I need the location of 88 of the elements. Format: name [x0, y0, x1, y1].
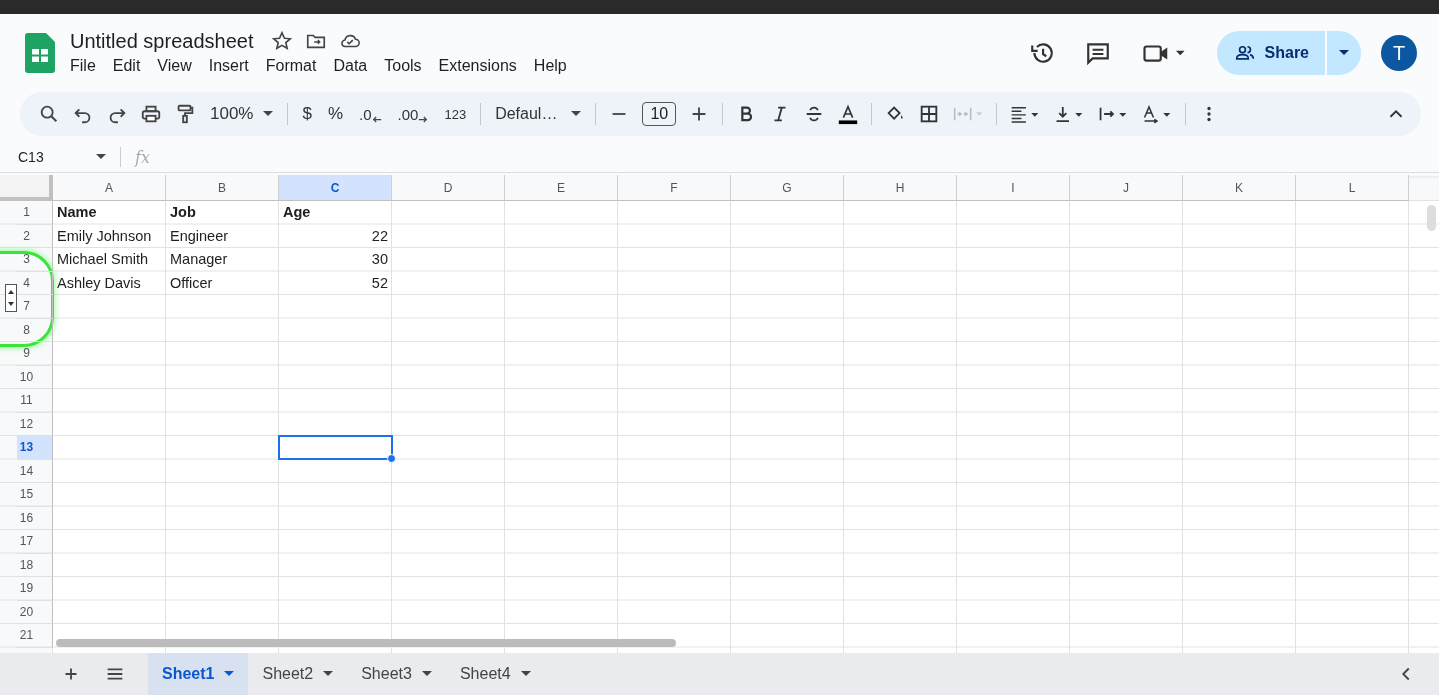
table-cell: 30	[371, 251, 388, 267]
row-header[interactable]: 7	[17, 295, 53, 319]
zoom-dropdown[interactable]: 100%	[208, 104, 276, 124]
menu-item[interactable]: Data	[333, 54, 377, 77]
column-header[interactable]: F	[618, 175, 731, 201]
row-header[interactable]: 16	[17, 506, 53, 530]
font-dropdown[interactable]: Defaul…	[493, 105, 584, 123]
row-header[interactable]: 13	[17, 436, 53, 460]
column-header[interactable]: B	[166, 175, 279, 201]
caret-icon	[1339, 50, 1349, 56]
text-color-icon[interactable]	[837, 103, 860, 125]
share-button[interactable]: Share	[1216, 31, 1325, 75]
caret-icon	[263, 111, 274, 117]
column-header[interactable]: G	[731, 175, 844, 201]
row-header[interactable]: 10	[17, 365, 53, 389]
caret-icon[interactable]	[96, 154, 106, 160]
menu-item[interactable]: Extensions	[438, 54, 526, 77]
table-cell: Emily Johnson	[57, 227, 152, 244]
column-header[interactable]: D	[392, 175, 505, 201]
row-header[interactable]: 14	[17, 459, 53, 483]
caret-icon	[421, 671, 432, 677]
left-arrow-icon	[371, 115, 382, 123]
history-icon[interactable]	[1028, 40, 1055, 66]
caret-icon	[323, 671, 334, 677]
row-header[interactable]: 15	[17, 483, 53, 507]
sheet-tab[interactable]: Sheet4	[445, 653, 545, 695]
column-header[interactable]: A	[53, 175, 166, 201]
table-cell: Age	[283, 204, 311, 220]
horizontal-scrollbar[interactable]	[56, 639, 676, 647]
row-header[interactable]: 20	[17, 600, 53, 624]
account-avatar[interactable]: T	[1381, 35, 1417, 71]
menu-item[interactable]: Format	[265, 54, 326, 77]
row-header[interactable]: 11	[17, 389, 53, 413]
unhide-rows-button[interactable]	[5, 283, 17, 312]
row-header[interactable]: 3	[17, 248, 53, 272]
search-icon[interactable]	[38, 103, 60, 125]
caret-icon	[571, 111, 582, 117]
row-header[interactable]: 21	[17, 624, 53, 648]
table-cell: 22	[371, 227, 388, 244]
print-icon[interactable]	[140, 103, 162, 125]
cell-reference[interactable]: C13	[18, 149, 82, 165]
row-header[interactable]: 9	[17, 342, 53, 366]
sheet-tab[interactable]: Sheet1	[148, 653, 249, 695]
currency-format-button[interactable]: $	[300, 104, 314, 124]
right-arrow-icon	[418, 115, 429, 123]
sheet-tab[interactable]: Sheet2	[248, 653, 348, 695]
column-header[interactable]: K	[1183, 175, 1296, 201]
menu-item[interactable]: File	[70, 54, 105, 77]
row-header[interactable]: 18	[17, 553, 53, 577]
vertical-scrollbar[interactable]	[1427, 205, 1436, 231]
number-format-button[interactable]: 123	[442, 106, 469, 122]
increase-decimal-button[interactable]: .00	[395, 105, 431, 123]
row-header[interactable]: 1	[17, 201, 53, 225]
column-header[interactable]: L	[1296, 175, 1409, 201]
table-cell: Name	[57, 204, 97, 220]
table-cell: Manager	[170, 251, 228, 267]
caret-icon	[520, 671, 531, 677]
comment-icon[interactable]	[1084, 40, 1111, 66]
table-cell: 52	[371, 274, 388, 291]
column-header[interactable]: I	[957, 175, 1070, 201]
table-cell: Job	[170, 204, 196, 220]
caret-icon	[224, 671, 235, 677]
column-header[interactable]: H	[844, 175, 957, 201]
row-header[interactable]: 2	[17, 224, 53, 248]
row-header[interactable]: 17	[17, 530, 53, 554]
column-header[interactable]: J	[1070, 175, 1183, 201]
row-header[interactable]: 8	[17, 318, 53, 342]
percent-format-button[interactable]: %	[325, 104, 346, 124]
table-cell: Engineer	[170, 227, 229, 244]
menu-item[interactable]: Tools	[384, 54, 431, 77]
font-size-field[interactable]: 10	[642, 102, 677, 126]
menu-item[interactable]: Help	[533, 54, 576, 77]
column-header[interactable]: E	[505, 175, 618, 201]
table-cell: Michael Smith	[57, 251, 149, 267]
menu-item[interactable]: View	[157, 54, 201, 77]
column-header[interactable]: C	[279, 175, 392, 201]
sheets-logo-icon[interactable]	[25, 33, 55, 73]
people-icon	[1234, 43, 1255, 63]
menu-item[interactable]: Insert	[208, 54, 258, 77]
table-cell: Officer	[170, 274, 213, 291]
sheet-tab[interactable]: Sheet3	[347, 653, 446, 695]
document-title[interactable]: Untitled spreadsheet	[70, 29, 254, 53]
decrease-decimal-button[interactable]: .0	[357, 105, 384, 123]
row-header[interactable]: 19	[17, 577, 53, 601]
star-icon[interactable]	[271, 30, 294, 52]
table-cell: Ashley Davis	[57, 274, 141, 291]
function-label: fx	[135, 147, 150, 167]
menu-item[interactable]: Edit	[112, 54, 150, 77]
